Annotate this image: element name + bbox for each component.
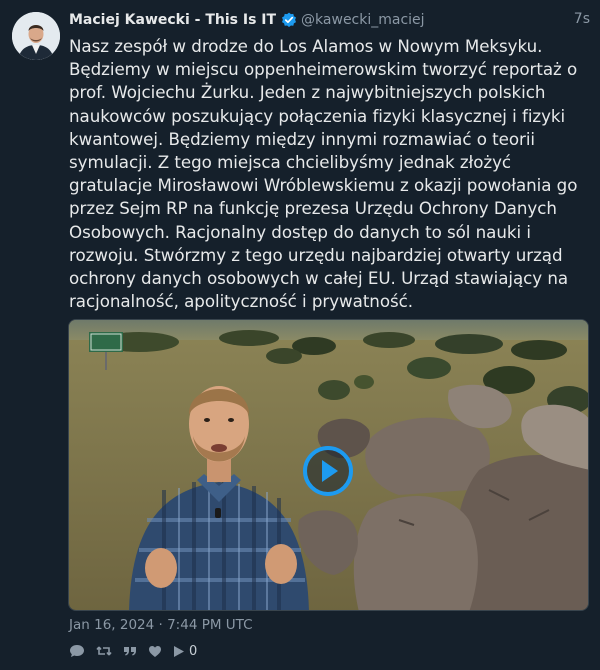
retweet-icon bbox=[96, 646, 112, 656]
author-handle[interactable]: @kawecki_maciej bbox=[301, 12, 425, 28]
tweet-timestamp[interactable]: Jan 16, 2024 · 7:44 PM UTC bbox=[69, 617, 253, 633]
reply-button[interactable] bbox=[69, 644, 85, 658]
play-button[interactable] bbox=[302, 445, 354, 497]
verified-badge-icon bbox=[281, 12, 297, 28]
quote-icon bbox=[124, 647, 136, 656]
play-views-icon bbox=[174, 645, 184, 657]
tweet-actions: 0 bbox=[69, 642, 208, 660]
relative-time[interactable]: 7s bbox=[574, 11, 590, 27]
retweet-button[interactable] bbox=[96, 644, 112, 658]
avatar-image bbox=[12, 12, 60, 60]
views-button[interactable]: 0 bbox=[173, 644, 197, 659]
author-display-name[interactable]: Maciej Kawecki - This Is IT bbox=[69, 12, 276, 28]
reply-icon bbox=[70, 645, 84, 657]
play-icon bbox=[303, 446, 353, 496]
tweet-text: Nasz zespół w drodze do Los Alamos w Now… bbox=[69, 36, 578, 312]
heart-icon bbox=[149, 645, 161, 657]
avatar[interactable] bbox=[12, 12, 60, 60]
views-count: 0 bbox=[189, 643, 198, 659]
like-button[interactable] bbox=[148, 645, 162, 658]
quote-button[interactable] bbox=[123, 644, 137, 658]
tweet-header: Maciej Kawecki - This Is IT @kawecki_mac… bbox=[69, 10, 590, 30]
tweet-card: Maciej Kawecki - This Is IT @kawecki_mac… bbox=[0, 0, 600, 670]
